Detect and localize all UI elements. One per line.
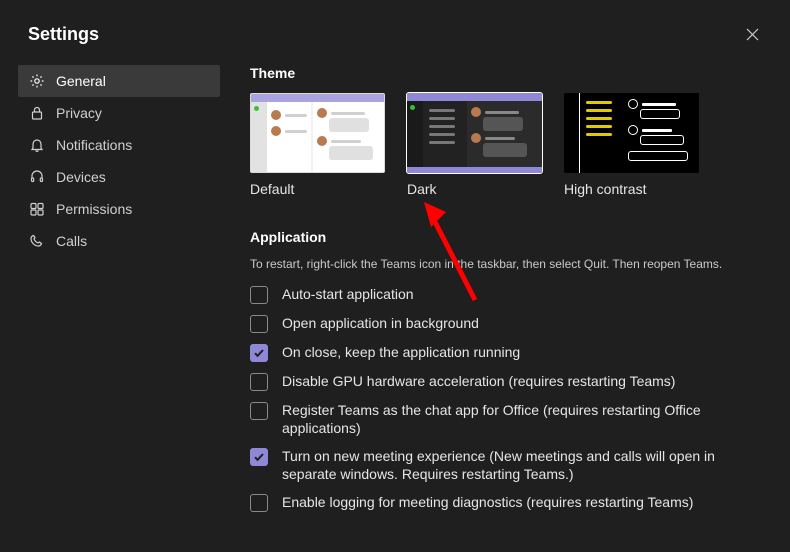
app-option-row[interactable]: Turn on new meeting experience (New meet… xyxy=(250,447,770,483)
lock-icon xyxy=(28,104,46,122)
sidebar-item-devices[interactable]: Devices xyxy=(18,161,220,193)
checkbox[interactable] xyxy=(250,373,268,391)
app-option-label: Auto-start application xyxy=(282,285,414,303)
bell-icon xyxy=(28,136,46,154)
checkbox[interactable] xyxy=(250,315,268,333)
sidebar-item-label: Devices xyxy=(56,169,106,185)
settings-sidebar: General Privacy Notifications Devices Pe xyxy=(18,65,220,512)
application-subtext: To restart, right-click the Teams icon i… xyxy=(250,257,770,271)
sidebar-item-label: Privacy xyxy=(56,105,102,121)
close-icon xyxy=(746,28,759,41)
theme-thumbnail-default xyxy=(250,93,385,173)
application-heading: Application xyxy=(250,229,770,245)
checkbox[interactable] xyxy=(250,286,268,304)
theme-heading: Theme xyxy=(250,65,770,81)
app-option-row[interactable]: On close, keep the application running xyxy=(250,343,770,362)
app-option-row[interactable]: Open application in background xyxy=(250,314,770,333)
sidebar-item-calls[interactable]: Calls xyxy=(18,225,220,257)
sidebar-item-label: Calls xyxy=(56,233,87,249)
checkbox[interactable] xyxy=(250,494,268,512)
theme-thumbnail-high-contrast xyxy=(564,93,699,173)
theme-options: Default xyxy=(250,93,770,197)
sidebar-item-label: Notifications xyxy=(56,137,132,153)
app-option-label: Disable GPU hardware acceleration (requi… xyxy=(282,372,675,390)
phone-icon xyxy=(28,232,46,250)
close-button[interactable] xyxy=(742,25,762,45)
sidebar-item-privacy[interactable]: Privacy xyxy=(18,97,220,129)
page-title: Settings xyxy=(28,24,99,45)
theme-option-default[interactable]: Default xyxy=(250,93,385,197)
app-option-row[interactable]: Register Teams as the chat app for Offic… xyxy=(250,401,770,437)
app-option-label: Enable logging for meeting diagnostics (… xyxy=(282,493,693,511)
checkbox[interactable] xyxy=(250,448,268,466)
theme-option-high-contrast[interactable]: High contrast xyxy=(564,93,699,197)
theme-thumbnail-dark xyxy=(407,93,542,173)
checkbox[interactable] xyxy=(250,402,268,420)
application-options: Auto-start application Open application i… xyxy=(250,285,770,512)
theme-label: High contrast xyxy=(564,181,699,197)
sidebar-item-label: General xyxy=(56,73,106,89)
theme-option-dark[interactable]: Dark xyxy=(407,93,542,197)
gear-icon xyxy=(28,72,46,90)
app-option-row[interactable]: Disable GPU hardware acceleration (requi… xyxy=(250,372,770,391)
permissions-icon xyxy=(28,200,46,218)
sidebar-item-label: Permissions xyxy=(56,201,132,217)
theme-label: Dark xyxy=(407,181,542,197)
checkbox[interactable] xyxy=(250,344,268,362)
app-option-row[interactable]: Enable logging for meeting diagnostics (… xyxy=(250,493,770,512)
app-option-label: Turn on new meeting experience (New meet… xyxy=(282,447,742,483)
theme-label: Default xyxy=(250,181,385,197)
sidebar-item-general[interactable]: General xyxy=(18,65,220,97)
app-option-label: Register Teams as the chat app for Offic… xyxy=(282,401,742,437)
headset-icon xyxy=(28,168,46,186)
app-option-row[interactable]: Auto-start application xyxy=(250,285,770,304)
sidebar-item-permissions[interactable]: Permissions xyxy=(18,193,220,225)
settings-content: Theme Default xyxy=(220,65,790,512)
app-option-label: On close, keep the application running xyxy=(282,343,520,361)
sidebar-item-notifications[interactable]: Notifications xyxy=(18,129,220,161)
app-option-label: Open application in background xyxy=(282,314,479,332)
